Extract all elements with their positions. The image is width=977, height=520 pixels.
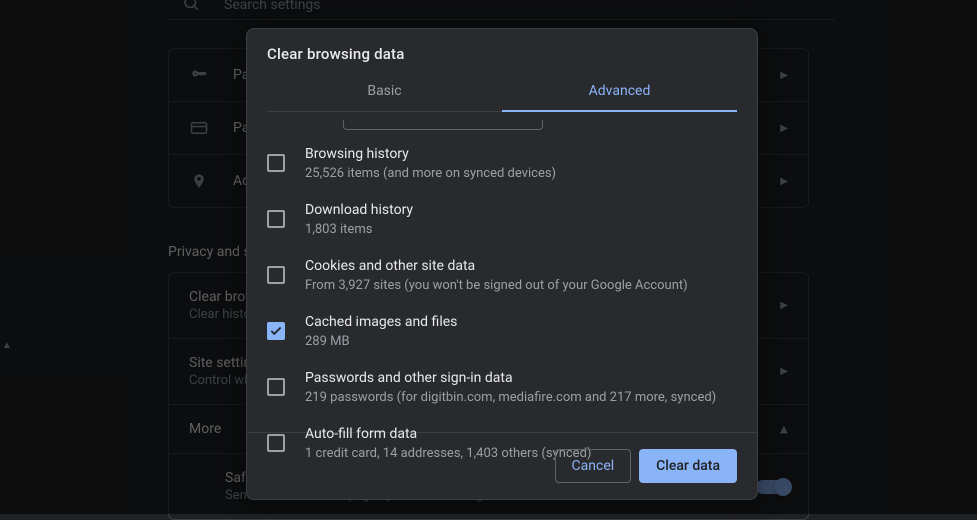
dialog-tabs: Basic Advanced xyxy=(267,71,737,112)
checkbox-subtitle: 25,526 items (and more on synced devices… xyxy=(305,164,556,184)
checkbox-row-cached-images[interactable]: Cached images and files289 MB xyxy=(247,304,757,360)
checkbox-autofill[interactable] xyxy=(267,434,285,452)
checkbox-download-history[interactable] xyxy=(267,210,285,228)
clear-data-button[interactable]: Clear data xyxy=(639,449,737,483)
tab-basic[interactable]: Basic xyxy=(267,71,502,111)
checkbox-passwords[interactable] xyxy=(267,378,285,396)
checkbox-subtitle: From 3,927 sites (you won't be signed ou… xyxy=(305,276,688,296)
checkbox-subtitle: 289 MB xyxy=(305,332,457,352)
checkbox-row-download-history[interactable]: Download history1,803 items xyxy=(247,192,757,248)
cancel-button[interactable]: Cancel xyxy=(555,449,632,483)
checkbox-title: Browsing history xyxy=(305,144,556,164)
time-range-dropdown-partial[interactable] xyxy=(343,120,543,130)
checkbox-row-passwords[interactable]: Passwords and other sign-in data219 pass… xyxy=(247,360,757,416)
checkbox-title: Passwords and other sign-in data xyxy=(305,368,716,388)
checkbox-cached-images[interactable] xyxy=(267,322,285,340)
checkbox-cookies[interactable] xyxy=(267,266,285,284)
checkbox-browsing-history[interactable] xyxy=(267,154,285,172)
dialog-title: Clear browsing data xyxy=(267,45,737,63)
checkbox-subtitle: 1,803 items xyxy=(305,220,413,240)
clear-browsing-data-dialog: Clear browsing data Basic Advanced Brows… xyxy=(246,28,758,500)
checkbox-title: Auto-fill form data xyxy=(305,424,591,444)
tab-advanced[interactable]: Advanced xyxy=(502,71,737,111)
checkbox-row-cookies[interactable]: Cookies and other site dataFrom 3,927 si… xyxy=(247,248,757,304)
checkbox-row-browsing-history[interactable]: Browsing history25,526 items (and more o… xyxy=(247,136,757,192)
checkbox-title: Cached images and files xyxy=(305,312,457,332)
checkbox-subtitle: 1 credit card, 14 addresses, 1,403 other… xyxy=(305,444,591,464)
checkbox-title: Cookies and other site data xyxy=(305,256,688,276)
checkbox-subtitle: 219 passwords (for digitbin.com, mediafi… xyxy=(305,388,716,408)
dialog-body: Browsing history25,526 items (and more o… xyxy=(247,112,757,432)
checkbox-title: Download history xyxy=(305,200,413,220)
